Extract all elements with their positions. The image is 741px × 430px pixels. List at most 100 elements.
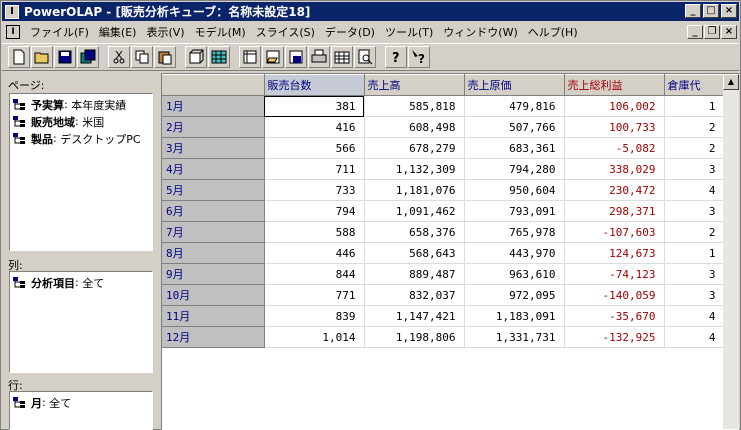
calculator-button[interactable] <box>331 46 353 68</box>
row-dimensions-box[interactable]: 月: 全て <box>9 391 153 430</box>
save-slice-button[interactable] <box>285 46 307 68</box>
data-cell[interactable]: 381 <box>264 95 365 117</box>
data-cell[interactable]: 765,978 <box>464 221 565 243</box>
page-dimension-item[interactable]: 販売地域: 米国 <box>13 113 149 130</box>
column-dimension-item[interactable]: 分析項目: 全て <box>13 274 149 291</box>
data-cell[interactable]: 568,643 <box>364 242 465 264</box>
open-button[interactable] <box>31 46 53 68</box>
data-cell[interactable]: 338,029 <box>564 158 665 180</box>
data-cell[interactable]: 3 <box>664 200 725 222</box>
page-dimensions-box[interactable]: 予実算: 本年度実績 販売地域: 米国 製品: デスクトップPC <box>9 93 153 251</box>
data-cell[interactable]: 683,361 <box>464 137 565 159</box>
menu-tools[interactable]: ツール(T) <box>380 24 438 40</box>
data-cell[interactable]: 566 <box>264 137 365 159</box>
slice-button[interactable] <box>239 46 261 68</box>
data-cell[interactable]: 844 <box>264 263 365 285</box>
data-cell[interactable]: 1,132,309 <box>364 158 465 180</box>
row-header[interactable]: 6月 <box>162 200 265 222</box>
data-cell[interactable]: 839 <box>264 305 365 327</box>
data-cell[interactable]: 658,376 <box>364 221 465 243</box>
help-button[interactable]: ? <box>385 46 407 68</box>
data-cell[interactable]: 416 <box>264 116 365 138</box>
data-cell[interactable]: 4 <box>664 179 725 201</box>
data-cell[interactable]: -74,123 <box>564 263 665 285</box>
data-cell[interactable]: 832,037 <box>364 284 465 306</box>
menu-slice[interactable]: スライス(S) <box>251 24 320 40</box>
data-cell[interactable]: 2 <box>664 221 725 243</box>
data-cell[interactable]: 1,198,806 <box>364 326 465 348</box>
row-header[interactable]: 7月 <box>162 221 265 243</box>
data-cell[interactable]: 1 <box>664 242 725 264</box>
data-cell[interactable]: 794 <box>264 200 365 222</box>
page-dimension-item[interactable]: 製品: デスクトップPC <box>13 130 149 147</box>
data-cell[interactable]: -140,059 <box>564 284 665 306</box>
data-cell[interactable]: 507,766 <box>464 116 565 138</box>
column-header[interactable]: 売上高 <box>364 74 465 96</box>
data-cell[interactable]: 889,487 <box>364 263 465 285</box>
data-cell[interactable]: 479,816 <box>464 95 565 117</box>
grid-button[interactable] <box>208 46 230 68</box>
page-dimension-item[interactable]: 予実算: 本年度実績 <box>13 96 149 113</box>
column-header[interactable]: 販売台数 <box>264 74 365 96</box>
menu-help[interactable]: ヘルプ(H) <box>523 24 583 40</box>
save-button[interactable] <box>54 46 76 68</box>
row-header[interactable]: 5月 <box>162 179 265 201</box>
data-cell[interactable]: 1,181,076 <box>364 179 465 201</box>
data-cell[interactable]: 771 <box>264 284 365 306</box>
open-slice-button[interactable] <box>262 46 284 68</box>
document-icon[interactable]: I <box>6 25 20 39</box>
data-cell[interactable]: 2 <box>664 137 725 159</box>
data-cell[interactable]: 3 <box>664 284 725 306</box>
data-cell[interactable]: 711 <box>264 158 365 180</box>
maximize-button[interactable]: □ <box>703 4 719 18</box>
data-cell[interactable]: 446 <box>264 242 365 264</box>
row-header[interactable]: 1月 <box>162 95 265 117</box>
data-cell[interactable]: 100,733 <box>564 116 665 138</box>
row-dimension-item[interactable]: 月: 全て <box>13 394 149 411</box>
data-cell[interactable]: 588 <box>264 221 365 243</box>
data-cell[interactable]: 608,498 <box>364 116 465 138</box>
data-cell[interactable]: 585,818 <box>364 95 465 117</box>
context-help-button[interactable]: ? <box>408 46 430 68</box>
data-cell[interactable]: 963,610 <box>464 263 565 285</box>
row-header[interactable]: 8月 <box>162 242 265 264</box>
vertical-scrollbar[interactable]: ▲ <box>723 74 739 429</box>
row-header[interactable]: 3月 <box>162 137 265 159</box>
poweropal-app-icon[interactable]: I <box>5 4 19 19</box>
data-cell[interactable]: 794,280 <box>464 158 565 180</box>
column-header[interactable]: 倉庫代 <box>664 74 725 96</box>
data-cell[interactable]: 4 <box>664 326 725 348</box>
menu-model[interactable]: モデル(M) <box>190 24 251 40</box>
column-dimensions-box[interactable]: 分析項目: 全て <box>9 271 153 373</box>
print-button[interactable] <box>308 46 330 68</box>
data-cell[interactable]: 793,091 <box>464 200 565 222</box>
data-cell[interactable]: 972,095 <box>464 284 565 306</box>
data-cell[interactable]: 230,472 <box>564 179 665 201</box>
paste-button[interactable] <box>154 46 176 68</box>
column-header[interactable]: 売上原価 <box>464 74 565 96</box>
minimize-button[interactable]: _ <box>685 4 701 18</box>
row-header[interactable]: 2月 <box>162 116 265 138</box>
row-header[interactable]: 12月 <box>162 326 265 348</box>
data-cell[interactable]: 298,371 <box>564 200 665 222</box>
copy-button[interactable] <box>131 46 153 68</box>
menu-window[interactable]: ウィンドウ(W) <box>438 24 522 40</box>
menu-data[interactable]: データ(D) <box>320 24 380 40</box>
cut-button[interactable] <box>108 46 130 68</box>
menu-view[interactable]: 表示(V) <box>141 24 189 40</box>
cube-button[interactable] <box>185 46 207 68</box>
doc-minimize-button[interactable]: _ <box>687 25 703 39</box>
row-header[interactable]: 11月 <box>162 305 265 327</box>
data-cell[interactable]: 4 <box>664 305 725 327</box>
data-cell[interactable]: 1,183,091 <box>464 305 565 327</box>
doc-close-button[interactable]: × <box>721 25 737 39</box>
row-header[interactable]: 4月 <box>162 158 265 180</box>
close-button[interactable]: × <box>721 4 737 18</box>
scroll-up-icon[interactable]: ▲ <box>723 74 739 90</box>
data-cell[interactable]: 1,014 <box>264 326 365 348</box>
data-cell[interactable]: 124,673 <box>564 242 665 264</box>
data-cell[interactable]: -107,603 <box>564 221 665 243</box>
data-cell[interactable]: -132,925 <box>564 326 665 348</box>
data-grid[interactable]: 販売台数 売上高 売上原価 売上総利益 倉庫代 1月 381 585,818 479,… <box>161 73 739 430</box>
data-cell[interactable]: 3 <box>664 158 725 180</box>
